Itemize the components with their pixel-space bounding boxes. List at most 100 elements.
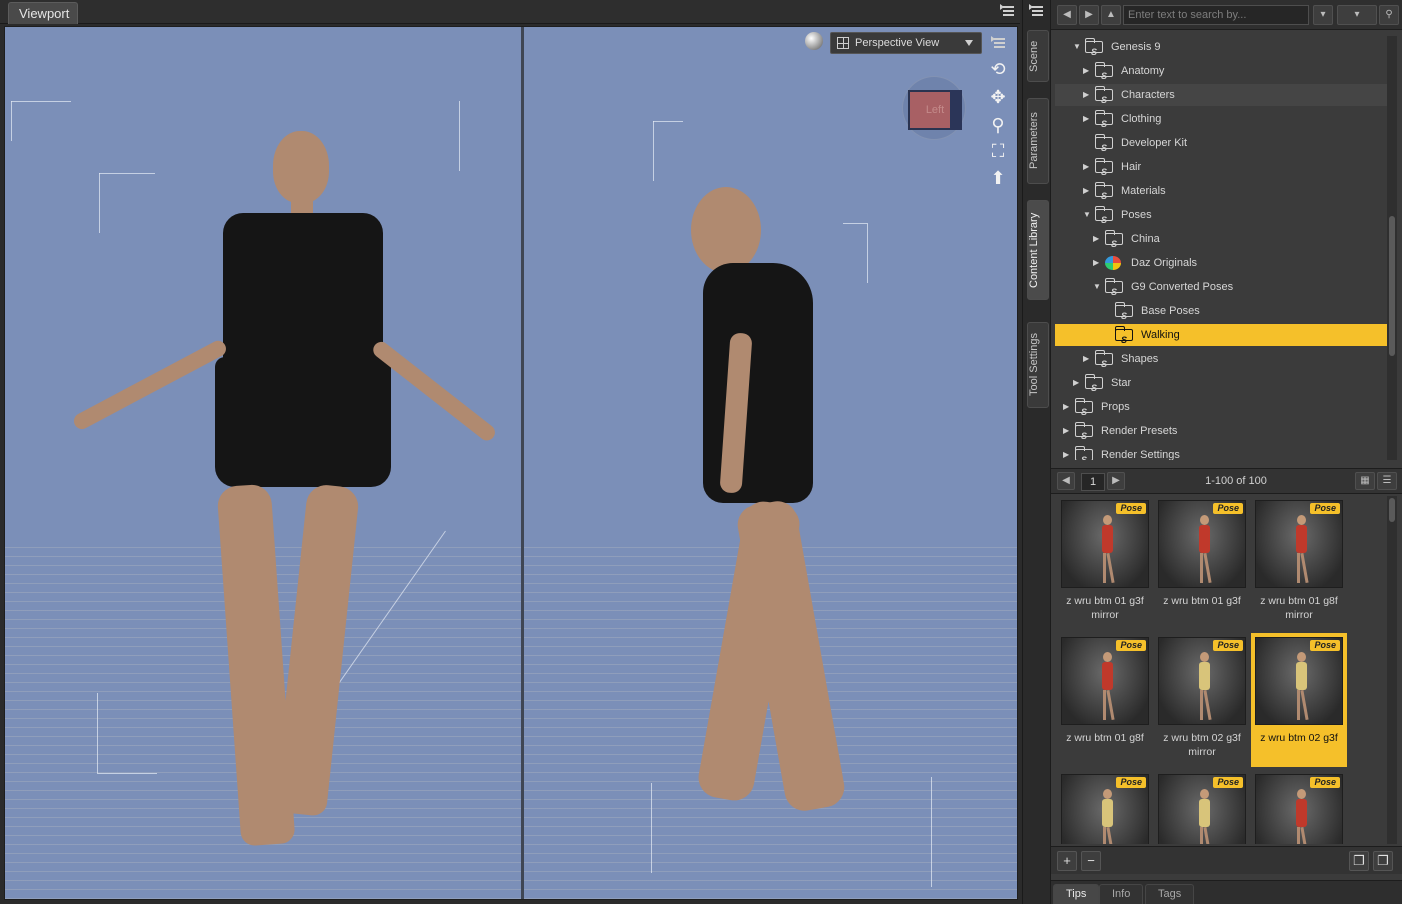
pan-icon[interactable]: ✥ <box>987 86 1009 108</box>
expand-arrow-icon[interactable]: ▶ <box>1083 180 1093 202</box>
draw-style-sphere-icon[interactable] <box>805 32 823 50</box>
expand-arrow-icon[interactable]: ▶ <box>1093 228 1103 250</box>
tree-item[interactable]: ▼ Poses <box>1055 204 1387 231</box>
viewport-pane-menu-icon[interactable] <box>1000 4 1016 18</box>
tree-item[interactable]: ▶ Star <box>1055 372 1387 399</box>
results-pager: ◀ 1 ▶ 1-100 of 100 ▦ ☰ <box>1051 468 1402 494</box>
tree-item[interactable]: Walking <box>1055 324 1387 351</box>
tab-content-library[interactable]: Content Library <box>1027 200 1049 300</box>
tree-item[interactable]: ▶ Hair <box>1055 156 1387 183</box>
tree-item[interactable]: ▶ Characters <box>1055 84 1387 111</box>
tree-scrollbar[interactable] <box>1387 36 1397 460</box>
list-view-icon[interactable]: ☰ <box>1377 472 1397 490</box>
preview-outfit <box>1199 799 1210 827</box>
tree-item[interactable]: ▼ Genesis 9 <box>1055 36 1387 63</box>
preview-leg <box>1297 827 1300 844</box>
expand-arrow-icon[interactable]: ▶ <box>1083 156 1093 178</box>
expand-arrow-icon[interactable]: ▶ <box>1073 372 1083 394</box>
tree-item[interactable]: ▼ G9 Converted Poses <box>1055 276 1387 303</box>
remove-icon[interactable]: − <box>1081 851 1101 871</box>
collapse-arrow-icon[interactable]: ▼ <box>1073 36 1083 58</box>
tree-scrollbar-thumb[interactable] <box>1389 216 1395 356</box>
back-arrow-icon[interactable]: ◀ <box>1057 5 1077 25</box>
tab-info[interactable]: Info <box>1099 884 1144 904</box>
tree-item[interactable]: ▶ Materials <box>1055 180 1387 207</box>
figure-side-view[interactable] <box>665 183 905 823</box>
search-input[interactable] <box>1123 5 1309 25</box>
prev-page-icon[interactable]: ◀ <box>1057 472 1075 490</box>
search-icon[interactable]: ⚲ <box>1379 5 1399 25</box>
thumbnail-view-icon[interactable]: ▦ <box>1355 472 1375 490</box>
tree-item[interactable]: ▶ Anatomy <box>1055 60 1387 87</box>
preview-leg <box>1103 827 1106 844</box>
expand-arrow-icon[interactable]: ▶ <box>1083 348 1093 370</box>
asset-tile[interactable]: Pose <box>1057 770 1153 844</box>
pane-group-menu-icon[interactable] <box>1029 4 1045 18</box>
tab-tips[interactable]: Tips <box>1053 884 1100 904</box>
expand-arrow-icon[interactable]: ▶ <box>1063 420 1073 442</box>
folder-icon <box>1095 350 1113 375</box>
asset-tile[interactable]: Pose z wru btm 01 g3f <box>1154 496 1250 630</box>
copy-icon[interactable]: ❐ <box>1349 851 1369 871</box>
viewport-tab-bar: Viewport <box>0 0 1020 24</box>
asset-tile[interactable]: Pose z wru btm 01 g8f <box>1057 633 1153 767</box>
page-number-field[interactable]: 1 <box>1081 473 1105 491</box>
forward-arrow-icon[interactable]: ▶ <box>1079 5 1099 25</box>
viewport-options-menu-icon[interactable] <box>991 36 1007 50</box>
expand-arrow-icon[interactable]: ▶ <box>1083 108 1093 130</box>
grid-scrollbar-thumb[interactable] <box>1389 498 1395 522</box>
tree-item[interactable]: ▶ Shapes <box>1055 348 1387 375</box>
add-icon[interactable]: + <box>1057 851 1077 871</box>
asset-label: z wru btm 02 g3f mirror <box>1163 732 1241 758</box>
next-page-icon[interactable]: ▶ <box>1107 472 1125 490</box>
tree-item[interactable]: ▶ Clothing <box>1055 108 1387 135</box>
expand-arrow-icon[interactable]: ▶ <box>1083 84 1093 106</box>
asset-tile[interactable]: Pose <box>1154 770 1250 844</box>
chevron-down-icon <box>965 40 973 46</box>
orbit-icon[interactable]: ⟲ <box>987 58 1009 80</box>
asset-label: z wru btm 02 g3f <box>1260 732 1338 744</box>
view-cube-face[interactable]: Left <box>908 90 962 130</box>
viewport-3d[interactable] <box>4 26 1018 900</box>
tab-tags[interactable]: Tags <box>1145 884 1195 904</box>
frame-icon[interactable]: ⛶ <box>987 140 1009 162</box>
tree-item[interactable]: ▶ Daz Originals <box>1055 252 1387 274</box>
tab-tool-settings[interactable]: Tool Settings <box>1027 322 1049 408</box>
expand-arrow-icon[interactable]: ▶ <box>1083 60 1093 82</box>
collapse-arrow-icon[interactable]: ▼ <box>1083 204 1093 226</box>
collapse-arrow-icon[interactable]: ▼ <box>1093 276 1103 298</box>
asset-thumbnail: Pose <box>1255 774 1343 844</box>
tab-parameters[interactable]: Parameters <box>1027 98 1049 184</box>
asset-tile[interactable]: Pose <box>1251 770 1347 844</box>
asset-tile[interactable]: Pose z wru btm 02 g3f <box>1251 633 1347 767</box>
tree-item[interactable]: ▶ China <box>1055 228 1387 255</box>
tree-item[interactable]: ▶ Props <box>1055 396 1387 423</box>
asset-tile[interactable]: Pose z wru btm 02 g3f mirror <box>1154 633 1250 767</box>
asset-thumbnail: Pose <box>1061 637 1149 725</box>
tab-scene[interactable]: Scene <box>1027 30 1049 82</box>
tree-item[interactable]: Developer Kit <box>1055 132 1387 159</box>
tree-item[interactable]: ▶ Render Presets <box>1055 420 1387 447</box>
reset-view-icon[interactable]: ⬆ <box>987 167 1009 189</box>
search-filter-dropdown-icon[interactable]: ▾ <box>1313 5 1333 25</box>
view-cube[interactable]: Left <box>902 76 966 146</box>
asset-tile[interactable]: Pose z wru btm 01 g3f mirror <box>1057 496 1153 630</box>
preview-leg <box>1203 826 1212 844</box>
tree-item[interactable]: ▶ Render Settings <box>1055 444 1387 460</box>
expand-arrow-icon[interactable]: ▶ <box>1093 252 1103 274</box>
asset-tile[interactable]: Pose z wru btm 01 g8f mirror <box>1251 496 1347 630</box>
pose-badge: Pose <box>1116 777 1146 788</box>
content-library-pane: ◀ ▶ ▲ ▾ ▾ ⚲ ▼ Genesis 9 ▶ Anatomy ▶ Character… <box>1050 0 1402 904</box>
zoom-icon[interactable]: ⚲ <box>987 114 1009 136</box>
search-options-dropdown-icon[interactable]: ▾ <box>1337 5 1377 25</box>
grid-scrollbar[interactable] <box>1387 496 1397 844</box>
up-folder-icon[interactable]: ▲ <box>1101 5 1121 25</box>
paste-icon[interactable]: ❐ <box>1373 851 1393 871</box>
view-select-dropdown[interactable]: Perspective View <box>830 32 982 54</box>
figure-front-view[interactable] <box>45 127 525 847</box>
expand-arrow-icon[interactable]: ▶ <box>1063 444 1073 460</box>
folder-icon <box>1095 86 1113 111</box>
tree-item[interactable]: Base Poses <box>1055 300 1387 327</box>
expand-arrow-icon[interactable]: ▶ <box>1063 396 1073 418</box>
tab-viewport[interactable]: Viewport <box>8 2 78 24</box>
